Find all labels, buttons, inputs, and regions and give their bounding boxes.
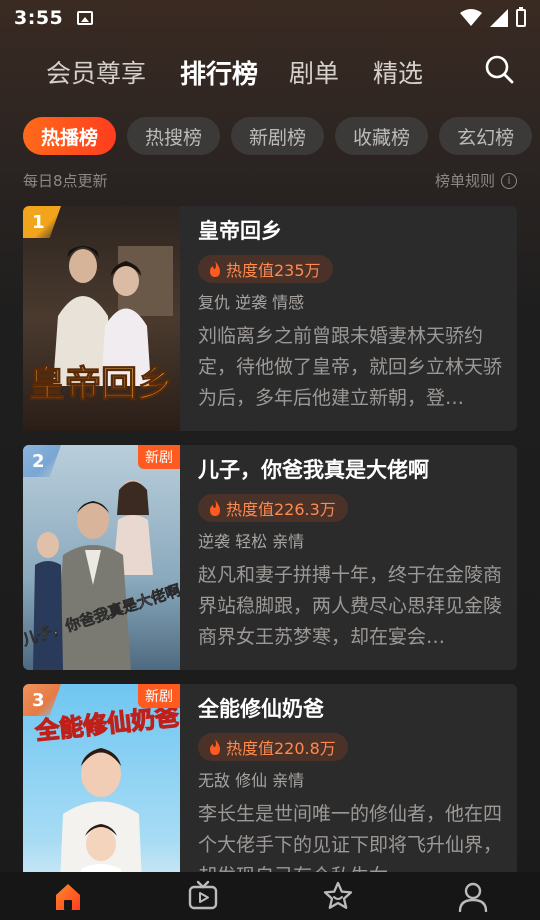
drama-poster: 儿子，你爸我真是大佬啊 2 新剧 <box>23 445 180 670</box>
flame-icon <box>210 738 220 755</box>
signal-icon <box>490 9 508 27</box>
drama-info: 皇帝回乡 热度值235万 复仇 逆袭 情感 刘临离乡之前曾跟未婚妻林天骄约定，待… <box>198 216 503 414</box>
status-bar: 3:55 <box>0 0 540 36</box>
chip-fantasy[interactable]: 玄幻榜 <box>439 117 533 155</box>
star-icon[interactable] <box>322 880 354 912</box>
status-icons <box>460 7 526 27</box>
heat-badge: 热度值220.8万 <box>198 733 348 761</box>
wifi-icon <box>460 9 482 26</box>
tab-playlist[interactable]: 剧单 <box>289 54 339 90</box>
drama-description: 刘临离乡之前曾跟未婚妻林天骄约定，待他做了皇帝，就回乡立林天骄为后，多年后他建立… <box>198 325 503 409</box>
new-drama-badge: 新剧 <box>138 684 180 708</box>
battery-icon <box>516 7 526 27</box>
heat-value: 热度值220.8万 <box>226 739 336 758</box>
tab-ranking[interactable]: 排行榜 <box>180 54 258 91</box>
drama-tags: 逆袭 轻松 亲情 <box>198 532 305 551</box>
rules-label: 榜单规则 <box>434 172 495 190</box>
chip-hot-search[interactable]: 热搜榜 <box>127 117 221 155</box>
profile-icon[interactable] <box>457 880 489 912</box>
ranking-subinfo: 每日8点更新 榜单规则 i <box>23 170 517 192</box>
flame-icon <box>210 499 220 516</box>
new-drama-badge: 新剧 <box>138 445 180 469</box>
poster-title-text: 全能修仙奶爸 <box>33 702 180 746</box>
drama-description: 赵凡和妻子拼搏十年，终于在金陵商界站稳脚跟，两人费尽心思拜见金陵商界女王苏梦寒，… <box>198 564 503 648</box>
drama-title: 皇帝回乡 <box>198 219 282 243</box>
rules-link[interactable]: 榜单规则 i <box>435 170 517 191</box>
search-icon[interactable] <box>484 54 514 84</box>
drama-card[interactable]: 儿子，你爸我真是大佬啊 2 新剧 儿子，你爸我真是大佬啊 热度值226.3万 逆… <box>23 445 517 670</box>
flame-icon <box>210 260 220 277</box>
drama-title: 全能修仙奶爸 <box>198 697 324 721</box>
tv-icon[interactable] <box>187 880 219 912</box>
drama-poster: 皇帝回乡 1 <box>23 206 180 431</box>
drama-card[interactable]: 皇帝回乡 1 皇帝回乡 热度值235万 复仇 逆袭 情感 刘临离乡之前曾跟未婚妻… <box>23 206 517 431</box>
chip-hot-play[interactable]: 热播榜 <box>23 117 117 155</box>
ranking-category-chips: 热播榜 热搜榜 新剧榜 收藏榜 玄幻榜 <box>23 117 540 155</box>
update-note: 每日8点更新 <box>23 172 108 190</box>
chip-new-drama[interactable]: 新剧榜 <box>231 117 325 155</box>
tab-featured[interactable]: 精选 <box>373 54 423 90</box>
heat-value: 热度值235万 <box>226 261 321 280</box>
drama-tags: 复仇 逆袭 情感 <box>198 293 305 312</box>
poster-title-text: 儿子，你爸我真是大佬啊 <box>23 581 180 649</box>
drama-info: 儿子，你爸我真是大佬啊 热度值226.3万 逆袭 轻松 亲情 赵凡和妻子拼搏十年… <box>198 455 503 653</box>
tab-vip[interactable]: 会员尊享 <box>46 54 146 90</box>
info-icon: i <box>501 172 517 189</box>
poster-title-text: 皇帝回乡 <box>29 363 173 405</box>
heat-value: 热度值226.3万 <box>226 500 336 519</box>
drama-tags: 无敌 修仙 亲情 <box>198 771 305 790</box>
status-time: 3:55 <box>14 7 64 29</box>
heat-badge: 热度值226.3万 <box>198 494 348 522</box>
top-nav: 会员尊享 排行榜 剧单 精选 <box>0 48 540 92</box>
image-notification-icon <box>77 11 94 25</box>
drama-title: 儿子，你爸我真是大佬啊 <box>198 458 429 482</box>
bottom-nav <box>0 872 540 920</box>
chip-favorites[interactable]: 收藏榜 <box>335 117 429 155</box>
drama-info: 全能修仙奶爸 热度值220.8万 无敌 修仙 亲情 李长生是世间唯一的修仙者，他… <box>198 694 503 892</box>
home-icon[interactable] <box>52 880 84 912</box>
heat-badge: 热度值235万 <box>198 255 333 283</box>
